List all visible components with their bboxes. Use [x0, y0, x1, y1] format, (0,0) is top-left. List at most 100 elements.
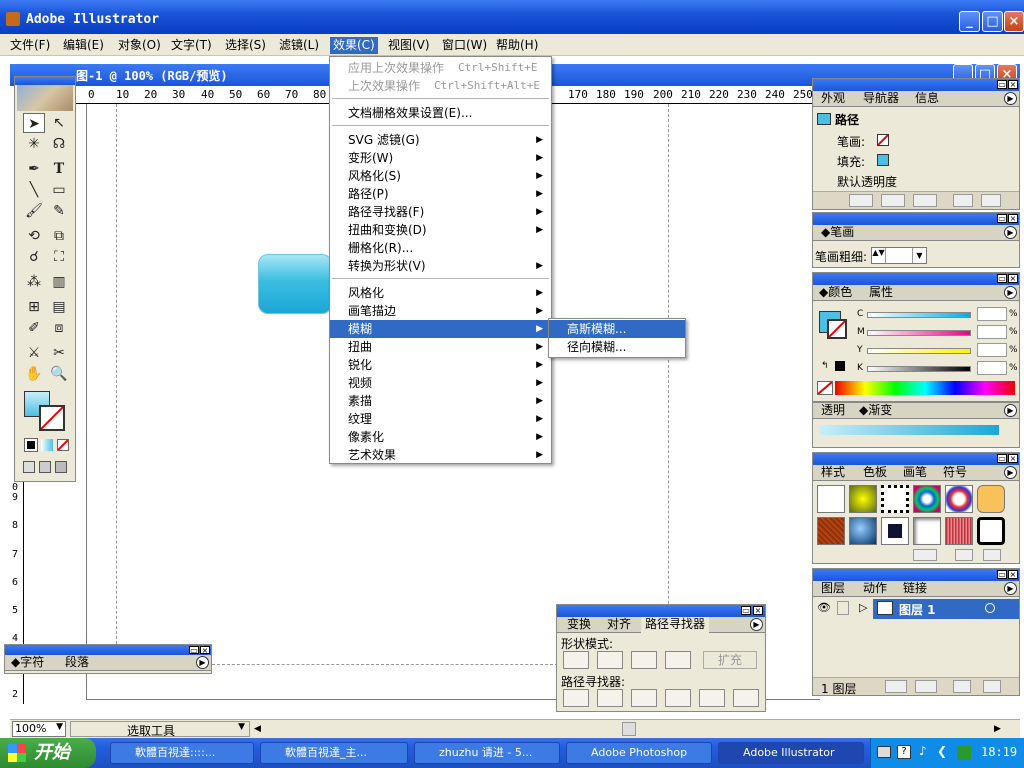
style-swatch[interactable] [945, 517, 973, 545]
graph-tool-icon[interactable]: ▥ [48, 272, 70, 292]
tab-navigator[interactable]: 导航器 [859, 91, 903, 107]
keyboard-icon[interactable] [877, 746, 891, 758]
menu-view[interactable]: 视图(V) [385, 37, 433, 54]
scissors-tool-icon[interactable]: ✂ [48, 343, 70, 363]
menu-item-video[interactable]: 视频 ▶ [330, 374, 551, 392]
tab-info[interactable]: 信息 [911, 91, 943, 107]
tab-stroke[interactable]: ◆笔画 [817, 225, 858, 241]
expand-layer-icon[interactable]: ▷ [859, 601, 867, 614]
taskbar-button-2[interactable]: 軟體百視達_主... [260, 742, 408, 764]
menu-object[interactable]: 对象(O) [115, 37, 164, 54]
scroll-right-arrow-icon[interactable]: ▶ [994, 721, 1006, 737]
menu-item-rasterize[interactable]: 栅格化(R)... [330, 239, 551, 257]
style-swatch[interactable] [817, 517, 845, 545]
style-swatch[interactable] [881, 485, 909, 513]
out-of-gamut-icon[interactable]: ↰ [821, 361, 829, 371]
panel-menu-icon[interactable]: ▶ [1004, 404, 1017, 417]
warp-tool-icon[interactable]: ☌ [23, 247, 45, 267]
panel-menu-icon[interactable]: ▶ [1004, 286, 1017, 299]
menu-item-stylize-raster[interactable]: 风格化 ▶ [330, 284, 551, 302]
channel-k-slider[interactable] [867, 366, 971, 372]
eyedropper-tool-icon[interactable]: ✐ [23, 318, 45, 338]
tab-transparency[interactable]: 透明 [817, 403, 849, 419]
tab-layers[interactable]: 图层 [817, 581, 849, 597]
tab-align[interactable]: 对齐 [603, 617, 635, 633]
tab-character[interactable]: ◆字符 [7, 655, 48, 671]
make-clipping-mask-icon[interactable] [885, 680, 907, 693]
channel-m-field[interactable] [977, 325, 1007, 339]
paintbrush-tool-icon[interactable]: 🖌 [23, 201, 45, 221]
rotate-tool-icon[interactable]: ⟲ [23, 226, 45, 246]
delete-item-icon[interactable] [981, 194, 1001, 207]
channel-k-field[interactable] [977, 361, 1007, 375]
type-tool-icon[interactable]: T [48, 159, 70, 179]
selection-tool-icon[interactable]: ➤ [23, 113, 45, 133]
slice-tool-icon[interactable]: ⚔ [23, 343, 45, 363]
scale-tool-icon[interactable]: ⧉ [48, 226, 70, 246]
layer-row[interactable]: 👁 ▷ 图层 1 [813, 599, 1019, 619]
taskbar-button-illustrator[interactable]: Adobe Illustrator [718, 742, 864, 764]
minimize-button[interactable]: _ [959, 11, 980, 32]
style-swatch[interactable] [913, 485, 941, 513]
rounded-rectangle-object[interactable] [258, 254, 332, 314]
panel-menu-icon[interactable]: ▶ [750, 618, 763, 631]
menu-item-stylize[interactable]: 风格化(S) ▶ [330, 167, 551, 185]
help-icon[interactable]: ? [897, 745, 911, 759]
add-to-shape-icon[interactable] [563, 651, 589, 669]
menu-item-svg-filters[interactable]: SVG 滤镜(G) ▶ [330, 131, 551, 149]
new-style-icon[interactable] [955, 549, 973, 561]
new-layer-icon[interactable] [953, 680, 971, 693]
symbol-sprayer-tool-icon[interactable]: ⁂ [23, 272, 45, 292]
expand-button[interactable]: 扩充 [703, 651, 757, 669]
style-swatch[interactable] [977, 517, 1005, 545]
stroke-color-icon[interactable] [39, 405, 65, 431]
mesh-tool-icon[interactable]: ⊞ [23, 297, 45, 317]
menu-edit[interactable]: 编辑(E) [60, 37, 107, 54]
menu-item-artistic[interactable]: 艺术效果 ▶ [330, 446, 551, 464]
menu-help[interactable]: 帮助(H) [493, 37, 541, 54]
tab-appearance[interactable]: 外观 [817, 91, 849, 107]
fill-swatch-icon[interactable] [877, 154, 889, 166]
lock-toggle-icon[interactable] [837, 601, 849, 615]
network-icon[interactable] [957, 746, 971, 760]
maximize-button[interactable]: □ [982, 11, 1003, 32]
taskbar-button-3[interactable]: zhuzhu 请进 - 5... [414, 742, 560, 764]
menu-item-sketch[interactable]: 素描 ▶ [330, 392, 551, 410]
tab-gradient[interactable]: ◆渐变 [855, 403, 896, 419]
gradient-mode-icon[interactable] [41, 439, 53, 451]
horizontal-scroll-thumb[interactable] [622, 722, 636, 736]
zoom-tool-icon[interactable]: 🔍 [48, 364, 70, 384]
tab-symbols[interactable]: 符号 [939, 465, 971, 481]
direct-selection-tool-icon[interactable]: ↖ [48, 113, 70, 133]
break-link-icon[interactable] [913, 549, 937, 561]
tab-actions[interactable]: 动作 [859, 581, 891, 597]
none-mode-icon[interactable] [57, 439, 69, 451]
delete-style-icon[interactable] [983, 549, 1001, 561]
menu-file[interactable]: 文件(F) [7, 37, 53, 54]
duplicate-item-icon[interactable] [953, 194, 973, 207]
tab-swatches[interactable]: 色板 [859, 465, 891, 481]
panel-menu-icon[interactable]: ▶ [1004, 226, 1017, 239]
menu-item-pixelate[interactable]: 像素化 ▶ [330, 428, 551, 446]
tab-color[interactable]: ◆颜色 [815, 285, 856, 301]
panel-menu-icon[interactable]: ▶ [1004, 92, 1017, 105]
style-default-swatch[interactable] [817, 485, 845, 513]
intersect-shape-icon[interactable] [631, 651, 657, 669]
blend-tool-icon[interactable]: ⧈ [48, 318, 70, 338]
menu-item-radial-blur[interactable]: 径向模糊... [549, 338, 685, 356]
channel-y-slider[interactable] [867, 348, 971, 354]
color-mode-icon[interactable] [24, 438, 38, 452]
menu-item-pathfinder[interactable]: 路径寻找器(F) ▶ [330, 203, 551, 221]
crop-icon[interactable] [665, 689, 691, 707]
show-hidden-icons-icon[interactable]: ❮ [937, 744, 947, 758]
target-icon[interactable] [985, 603, 995, 613]
delete-layer-icon[interactable] [983, 680, 1001, 693]
black-swatch-icon[interactable] [835, 361, 845, 371]
close-button[interactable]: × [1004, 11, 1024, 32]
screen-mode-full-icon[interactable] [55, 461, 67, 473]
stroke-none-icon[interactable] [877, 134, 889, 146]
channel-c-field[interactable] [977, 307, 1007, 321]
rectangle-tool-icon[interactable]: ▭ [48, 180, 70, 200]
pen-tool-icon[interactable]: ✒ [23, 159, 45, 179]
none-color-icon[interactable] [817, 381, 833, 395]
